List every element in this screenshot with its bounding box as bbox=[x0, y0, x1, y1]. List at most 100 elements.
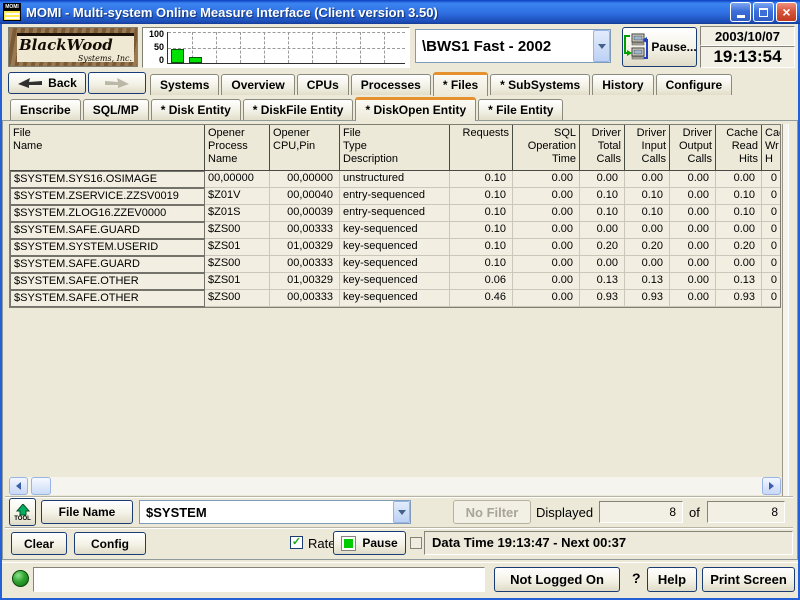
table-row[interactable]: $SYSTEM.SYSTEM.USERID$ZS0101,00329key-se… bbox=[10, 239, 781, 256]
table-row[interactable]: $SYSTEM.ZLOG16.ZZEV0000$Z01S00,00039entr… bbox=[10, 205, 781, 222]
column-header-file-type-description[interactable]: FileTypeDescription bbox=[340, 125, 450, 170]
scroll-left-button[interactable] bbox=[9, 477, 28, 495]
column-header-driver-input-calls[interactable]: DriverInputCalls bbox=[625, 125, 670, 170]
cell-requests: 0.46 bbox=[450, 290, 513, 307]
tab-processes[interactable]: Processes bbox=[351, 74, 431, 95]
gridline bbox=[312, 32, 313, 63]
cell-opener-cpu-pin: 00,00333 bbox=[270, 290, 340, 307]
back-button[interactable]: Back bbox=[8, 72, 86, 94]
cell-driver-total-calls: 0.00 bbox=[580, 222, 625, 239]
minimize-button[interactable] bbox=[730, 2, 751, 22]
tool-button[interactable]: TOOL bbox=[9, 498, 36, 526]
cell-cache-write-hits: 0 bbox=[762, 239, 781, 256]
scrollbar-thumb[interactable] bbox=[31, 477, 51, 495]
cell-sql-operation-time: 0.00 bbox=[513, 205, 580, 222]
cell-file-name[interactable]: $SYSTEM.ZLOG16.ZZEV0000 bbox=[10, 205, 205, 222]
file-name-button[interactable]: File Name bbox=[41, 500, 133, 524]
cell-driver-output-calls: 0.00 bbox=[670, 188, 716, 205]
pause-refresh-button[interactable]: Pause... bbox=[622, 27, 697, 67]
cell-file-name[interactable]: $SYSTEM.SAFE.GUARD bbox=[10, 222, 205, 239]
column-header-opener-process-name[interactable]: OpenerProcessName bbox=[205, 125, 270, 170]
table-row[interactable]: $SYSTEM.SAFE.GUARD$ZS0000,00333key-seque… bbox=[10, 222, 781, 239]
pause-button[interactable]: Pause bbox=[333, 531, 406, 555]
file-filter-selector[interactable]: $SYSTEM bbox=[139, 500, 411, 524]
back-arrow-icon bbox=[17, 77, 43, 89]
table-row[interactable]: $SYSTEM.SAFE.OTHER$ZS0000,00333key-seque… bbox=[10, 290, 781, 307]
close-button[interactable]: × bbox=[776, 2, 797, 22]
column-header-driver-total-calls[interactable]: DriverTotalCalls bbox=[580, 125, 625, 170]
cell-file-name[interactable]: $SYSTEM.SYS16.OSIMAGE bbox=[10, 171, 205, 188]
column-header-driver-output-calls[interactable]: DriverOutputCalls bbox=[670, 125, 716, 170]
table-body: $SYSTEM.SYS16.OSIMAGE00,0000000,00000uns… bbox=[10, 171, 780, 307]
close-icon: × bbox=[782, 5, 790, 19]
gridline bbox=[336, 32, 337, 63]
tab-systems[interactable]: Systems bbox=[150, 74, 219, 95]
tab-files[interactable]: * Files bbox=[433, 72, 488, 96]
table-row[interactable]: $SYSTEM.SAFE.GUARD$ZS0000,00333key-seque… bbox=[10, 256, 781, 273]
cell-requests: 0.10 bbox=[450, 188, 513, 205]
cell-opener-process-name: $ZS01 bbox=[205, 239, 270, 256]
table-row[interactable]: $SYSTEM.ZSERVICE.ZZSV0019$Z01V00,00040en… bbox=[10, 188, 781, 205]
tab-history[interactable]: History bbox=[592, 74, 653, 95]
tab-configure[interactable]: Configure bbox=[656, 74, 733, 95]
config-button[interactable]: Config bbox=[74, 532, 146, 555]
subtab-file-entity[interactable]: * File Entity bbox=[478, 99, 563, 120]
print-screen-button[interactable]: Print Screen bbox=[702, 567, 795, 592]
restore-button[interactable] bbox=[753, 2, 774, 22]
table-row[interactable]: $SYSTEM.SAFE.OTHER$ZS0101,00329key-seque… bbox=[10, 273, 781, 290]
cell-file-name[interactable]: $SYSTEM.SAFE.GUARD bbox=[10, 256, 205, 273]
table-header: FileNameOpenerProcessNameOpenerCPU,PinFi… bbox=[10, 125, 781, 171]
cell-driver-total-calls: 0.00 bbox=[580, 171, 625, 188]
clear-button[interactable]: Clear bbox=[11, 532, 67, 555]
cell-file-name[interactable]: $SYSTEM.ZSERVICE.ZZSV0019 bbox=[10, 188, 205, 205]
table-row[interactable]: $SYSTEM.SYS16.OSIMAGE00,0000000,00000uns… bbox=[10, 171, 781, 188]
file-filter-dropdown-button[interactable] bbox=[393, 501, 410, 523]
column-header-requests[interactable]: Requests bbox=[450, 125, 513, 170]
checkmark-icon: ✓ bbox=[292, 537, 301, 548]
vertical-scrollbar[interactable] bbox=[782, 124, 789, 496]
no-filter-button[interactable]: No Filter bbox=[453, 500, 531, 524]
column-header-cache-write-hits[interactable]: CacWrH bbox=[762, 125, 781, 170]
column-header-file-name[interactable]: FileName bbox=[10, 125, 205, 170]
subtab-sql-mp[interactable]: SQL/MP bbox=[83, 99, 149, 120]
chevron-right-icon bbox=[769, 482, 778, 490]
cell-opener-process-name: 00,00000 bbox=[205, 171, 270, 188]
tab-subsystems[interactable]: * SubSystems bbox=[490, 74, 590, 95]
subtab-diskfile-entity[interactable]: * DiskFile Entity bbox=[243, 99, 354, 120]
file-filter-value: $SYSTEM bbox=[140, 505, 393, 520]
subtab-enscribe[interactable]: Enscribe bbox=[10, 99, 81, 120]
forward-button[interactable] bbox=[88, 72, 146, 94]
cell-file-name[interactable]: $SYSTEM.SAFE.OTHER bbox=[10, 273, 205, 290]
tab-overview[interactable]: Overview bbox=[221, 74, 294, 95]
column-header-sql-operation-time[interactable]: SQLOperationTime bbox=[513, 125, 580, 170]
gridline bbox=[168, 32, 405, 33]
cell-opener-process-name: $ZS00 bbox=[205, 290, 270, 307]
subtab-diskopen-entity[interactable]: * DiskOpen Entity bbox=[355, 97, 476, 121]
tab-cpus[interactable]: CPUs bbox=[297, 74, 349, 95]
gridline bbox=[264, 32, 265, 63]
window-title: MOMI - Multi-system Online Measure Inter… bbox=[26, 5, 728, 20]
cell-file-name[interactable]: $SYSTEM.SYSTEM.USERID bbox=[10, 239, 205, 256]
not-logged-on-button[interactable]: Not Logged On bbox=[494, 567, 620, 592]
graph-ylabel-100: 100 bbox=[144, 29, 164, 39]
cell-opener-process-name: $ZS00 bbox=[205, 222, 270, 239]
cell-opener-process-name: $Z01S bbox=[205, 205, 270, 222]
cell-file-name[interactable]: $SYSTEM.SAFE.OTHER bbox=[10, 290, 205, 307]
system-selector[interactable]: \BWS1 Fast - 2002 bbox=[415, 29, 611, 63]
subtab-disk-entity[interactable]: * Disk Entity bbox=[151, 99, 241, 120]
cell-sql-operation-time: 0.00 bbox=[513, 273, 580, 290]
data-time-checkbox[interactable] bbox=[410, 537, 422, 549]
column-header-opener-cpu-pin[interactable]: OpenerCPU,Pin bbox=[270, 125, 340, 170]
column-header-cache-read-hits[interactable]: CacheReadHits bbox=[716, 125, 762, 170]
total-count: 8 bbox=[707, 501, 785, 523]
horizontal-scrollbar[interactable] bbox=[9, 477, 781, 495]
scroll-right-button[interactable] bbox=[762, 477, 781, 495]
chevron-left-icon bbox=[12, 482, 21, 490]
chevron-down-icon bbox=[398, 510, 406, 519]
logo-name: BlackWood bbox=[19, 37, 132, 54]
system-selector-dropdown-button[interactable] bbox=[593, 30, 610, 62]
rated-values-checkbox[interactable]: ✓ bbox=[290, 536, 303, 549]
cell-sql-operation-time: 0.00 bbox=[513, 239, 580, 256]
logo-tagline: Systems, Inc. bbox=[19, 54, 132, 63]
help-button[interactable]: Help bbox=[647, 567, 697, 592]
